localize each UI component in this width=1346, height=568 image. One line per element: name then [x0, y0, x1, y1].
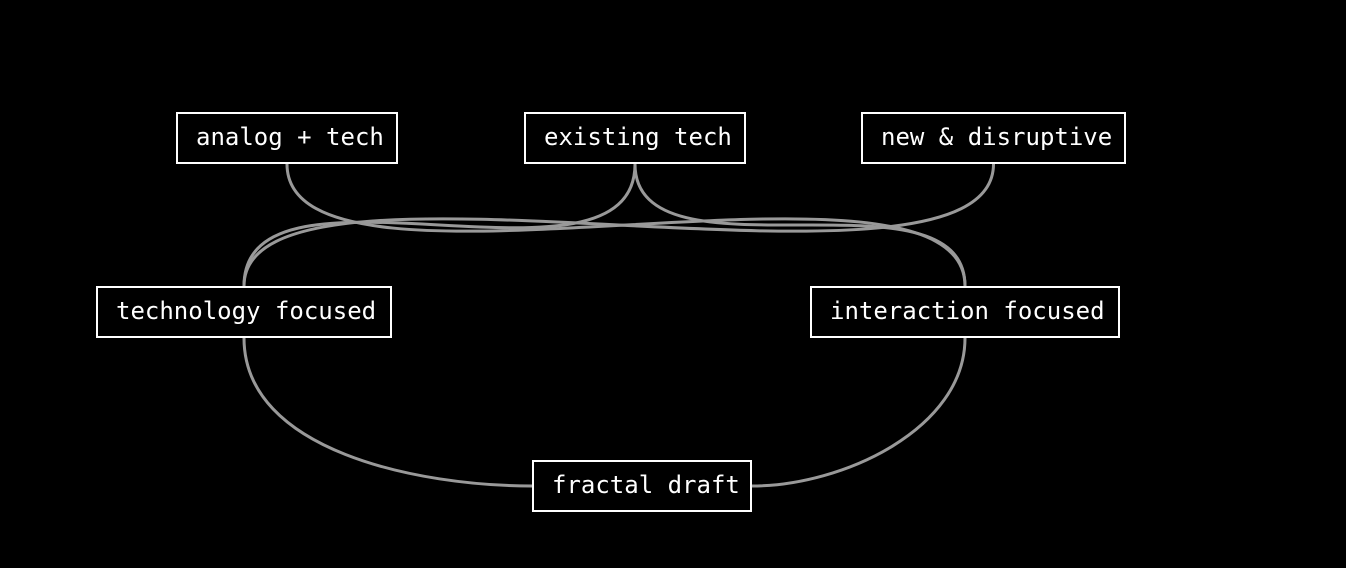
edge-mid_left-to-bottom [244, 338, 532, 486]
edge-top_right-to-mid_left [244, 164, 994, 286]
edge-mid_right-to-bottom [752, 338, 965, 486]
node-label: analog + tech [196, 123, 384, 151]
concept-map-diagram: analog + tech existing tech new & disrup… [0, 0, 1346, 568]
node-analog-plus-tech: analog + tech [176, 112, 398, 164]
node-label: interaction focused [830, 297, 1105, 325]
node-new-and-disruptive: new & disruptive [861, 112, 1126, 164]
edge-top_left-to-mid_right [287, 164, 965, 286]
node-technology-focused: technology focused [96, 286, 392, 338]
edge-top_mid-to-mid_left [244, 164, 635, 286]
node-label: fractal draft [552, 471, 740, 499]
node-fractal-draft: fractal draft [532, 460, 752, 512]
node-existing-tech: existing tech [524, 112, 746, 164]
node-interaction-focused: interaction focused [810, 286, 1120, 338]
node-label: technology focused [116, 297, 376, 325]
node-label: existing tech [544, 123, 732, 151]
node-label: new & disruptive [881, 123, 1112, 151]
edge-top_mid-to-mid_right [635, 164, 965, 286]
